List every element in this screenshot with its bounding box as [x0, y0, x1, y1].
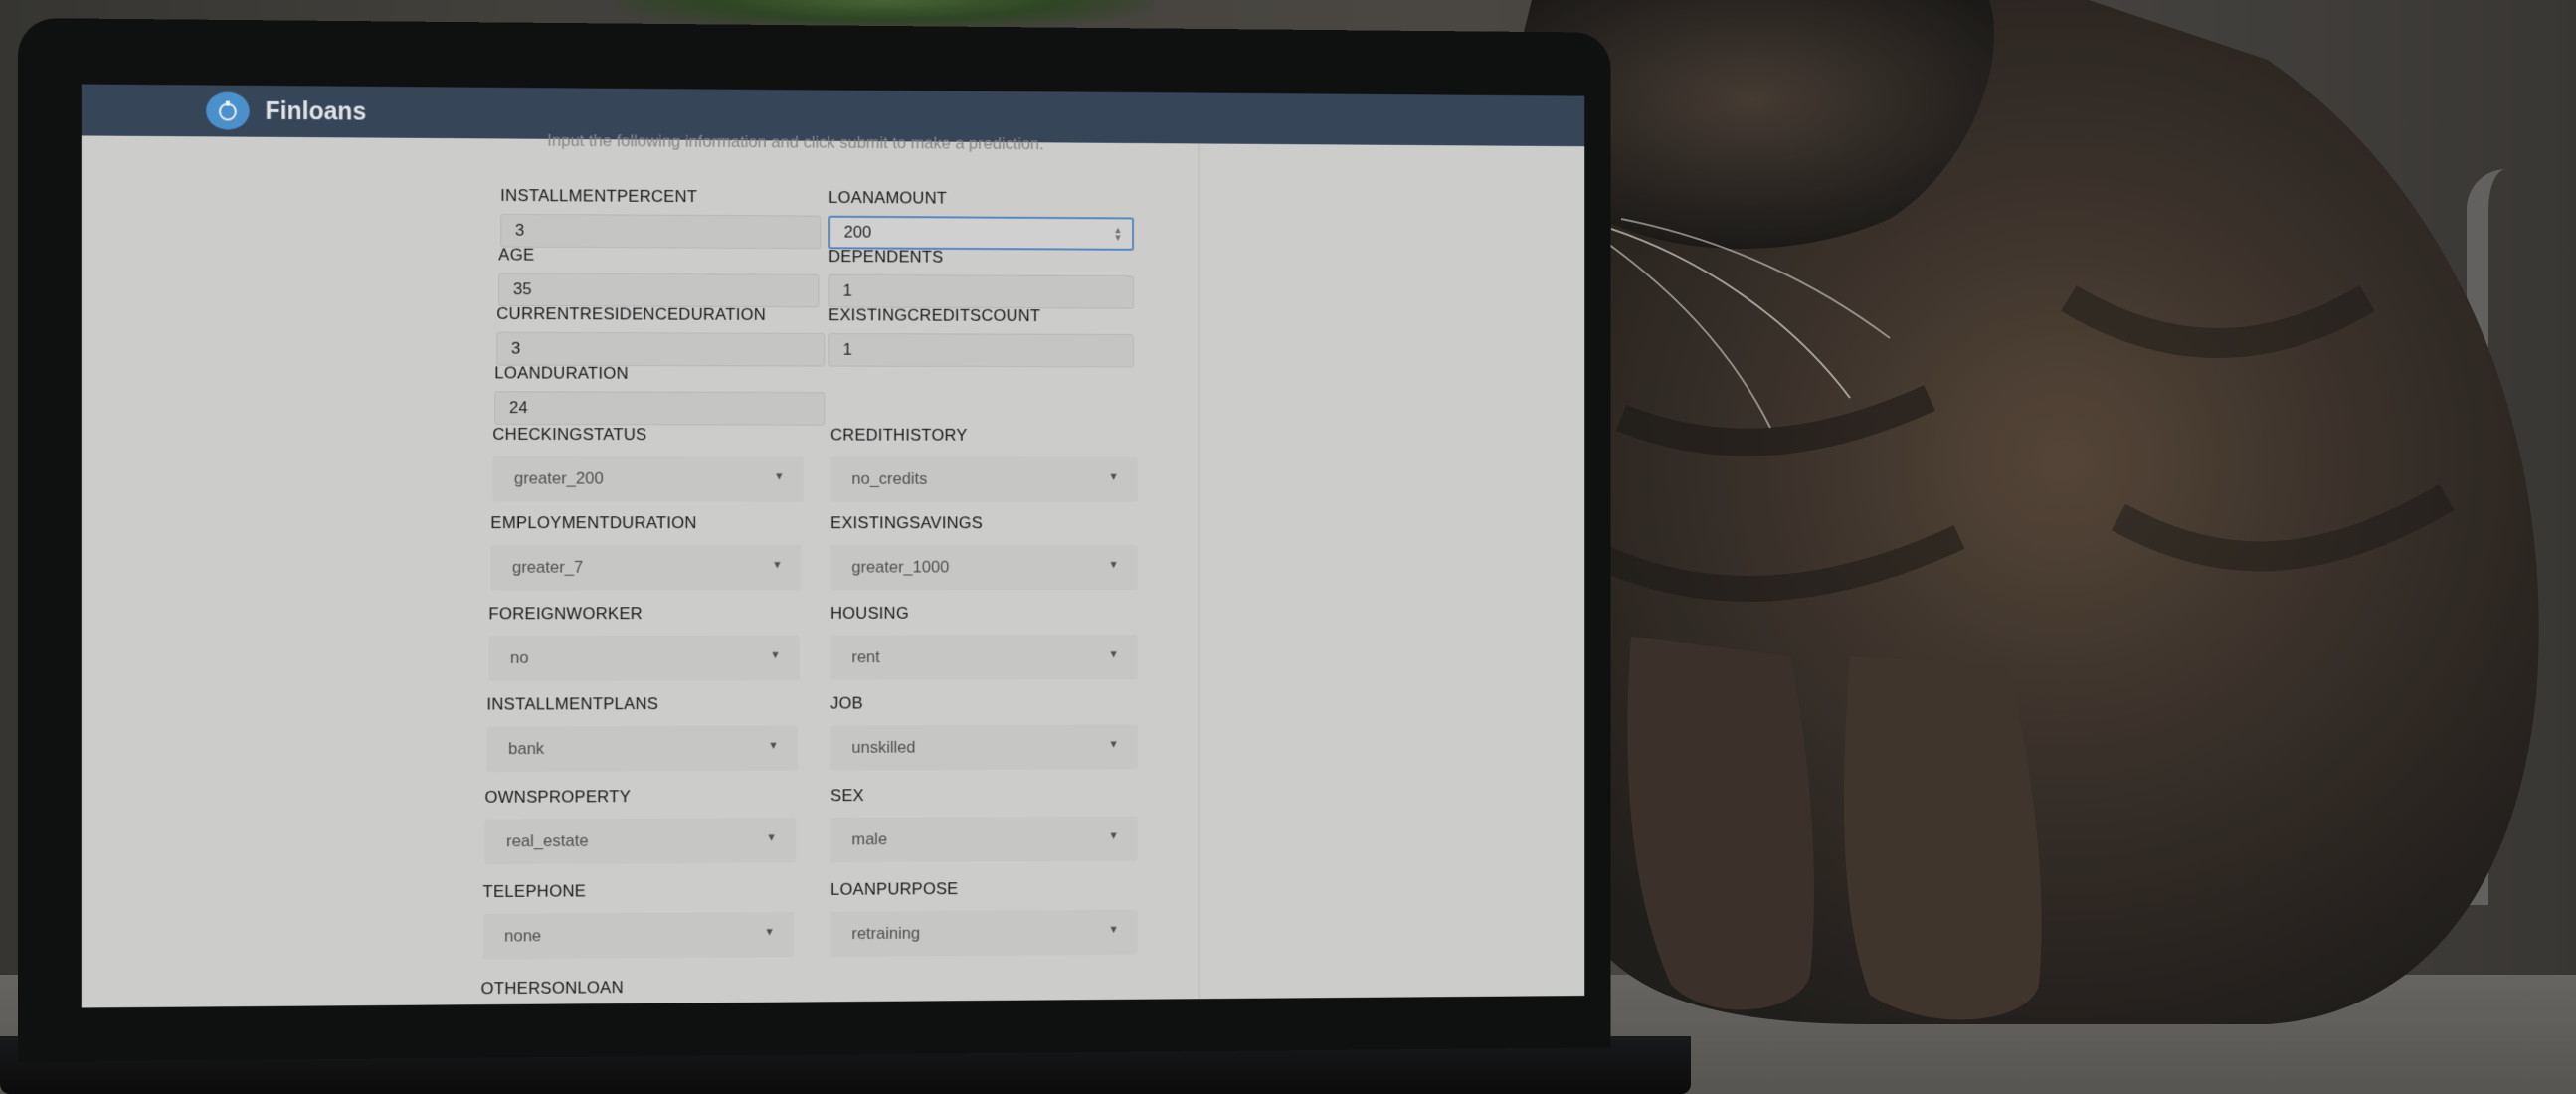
employmentduration-select[interactable]: greater_7 ▾ [490, 544, 802, 591]
field-telephone: TELEPHONE none ▾ [482, 880, 795, 960]
field-ownsproperty: OWNSPROPERTY real_estate ▾ [484, 787, 797, 865]
caret-down-icon: ▾ [1110, 468, 1117, 484]
field-label: EMPLOYMENTDURATION [490, 513, 697, 533]
field-label: TELEPHONE [482, 881, 587, 902]
caret-down-icon: ▾ [768, 829, 775, 844]
field-credithistory: CREDITHISTORY no_credits ▾ [830, 426, 1138, 502]
age-input[interactable]: 35 [498, 273, 820, 308]
field-existingsavings: EXISTINGSAVINGS greater_1000 ▾ [830, 513, 1138, 591]
field-label: EXISTINGCREDITSCOUNT [828, 305, 1041, 325]
field-label: DEPENDENTS [828, 247, 944, 267]
field-label: CHECKINGSTATUS [492, 424, 647, 445]
field-label: OWNSPROPERTY [484, 787, 632, 807]
field-installmentplans: INSTALLMENTPLANS bank ▾ [486, 694, 799, 773]
field-label: SEX [830, 786, 864, 806]
field-installmentpercent: INSTALLMENTPERCENT 3 [500, 186, 822, 250]
field-label: LOANDURATION [494, 363, 629, 383]
field-label: HOUSING [830, 603, 909, 623]
number-spinner-icon[interactable]: ▴ ▾ [1115, 224, 1120, 244]
select-value: greater_1000 [851, 557, 950, 577]
field-loanamount: LOANAMOUNT 200 ▴ ▾ [828, 188, 1134, 251]
field-foreignworker: FOREIGNWORKER no ▾ [488, 604, 800, 681]
caret-down-icon: ▾ [766, 923, 773, 939]
laptop-screen: Finloans Input the following information… [81, 84, 1585, 1008]
select-value: rent [851, 647, 880, 667]
installmentpercent-input[interactable]: 3 [500, 213, 822, 250]
loanduration-input[interactable]: 24 [494, 391, 826, 426]
checkingstatus-select[interactable]: greater_200 ▾ [492, 456, 804, 502]
laptop-lid: Finloans Input the following information… [18, 18, 1611, 1062]
prediction-form: INSTALLMENTPERCENT 3 LOANAMOUNT 200 ▴ ▾ A… [82, 85, 1584, 1008]
housing-select[interactable]: rent ▾ [830, 635, 1138, 680]
field-job: JOB unskilled ▾ [830, 693, 1138, 771]
field-employmentduration: EMPLOYMENTDURATION greater_7 ▾ [490, 513, 802, 591]
field-label: CURRENTRESIDENCEDURATION [496, 304, 766, 324]
field-label: CREDITHISTORY [830, 425, 968, 445]
field-sex: SEX male ▾ [830, 785, 1138, 863]
field-loanduration: LOANDURATION 24 [494, 363, 826, 426]
field-existingcreditscount: EXISTINGCREDITSCOUNT 1 [828, 305, 1134, 368]
field-othersonloan: OTHERSONLOAN [481, 978, 624, 999]
field-currentresidenceduration: CURRENTRESIDENCEDURATION 3 [496, 304, 826, 367]
select-value: no [509, 648, 529, 667]
field-label: INSTALLMENTPERCENT [500, 186, 698, 207]
sex-select[interactable]: male ▾ [830, 816, 1138, 863]
caret-down-icon: ▾ [1110, 921, 1117, 937]
caret-down-icon: ▾ [770, 737, 777, 753]
caret-down-icon: ▾ [772, 646, 779, 662]
dependents-input[interactable]: 1 [828, 274, 1134, 309]
field-label: LOANPURPOSE [830, 879, 959, 899]
field-label: FOREIGNWORKER [488, 604, 644, 624]
field-checkingstatus: CHECKINGSTATUS greater_200 ▾ [492, 425, 804, 502]
field-label: OTHERSONLOAN [480, 978, 624, 999]
select-value: real_estate [506, 831, 589, 851]
credithistory-select[interactable]: no_credits ▾ [830, 456, 1138, 502]
select-value: unskilled [851, 737, 916, 757]
field-label: INSTALLMENTPLANS [486, 694, 659, 714]
select-value: greater_200 [513, 468, 604, 488]
field-label: JOB [830, 693, 863, 713]
caret-down-icon: ▾ [776, 467, 783, 483]
field-housing: HOUSING rent ▾ [830, 604, 1138, 680]
telephone-select[interactable]: none ▾ [482, 911, 795, 960]
field-label: EXISTINGSAVINGS [830, 513, 984, 533]
loanamount-value: 200 [843, 222, 872, 242]
ownsproperty-select[interactable]: real_estate ▾ [484, 818, 797, 865]
caret-down-icon: ▾ [1110, 736, 1117, 751]
loanpurpose-select[interactable]: retraining ▾ [830, 909, 1138, 957]
field-age: AGE 35 [498, 245, 820, 308]
foreignworker-select[interactable]: no ▾ [488, 635, 800, 681]
caret-down-icon: ▾ [1110, 827, 1117, 843]
select-value: greater_7 [511, 557, 584, 577]
job-select[interactable]: unskilled ▾ [830, 724, 1138, 771]
field-dependents: DEPENDENTS 1 [828, 247, 1134, 309]
existingsavings-select[interactable]: greater_1000 ▾ [830, 544, 1138, 591]
currentresidenceduration-input[interactable]: 3 [496, 331, 826, 367]
select-value: retraining [851, 923, 921, 943]
select-value: male [851, 829, 888, 849]
select-value: no_credits [851, 469, 928, 488]
select-value: bank [508, 739, 545, 759]
existingcreditscount-input[interactable]: 1 [828, 333, 1134, 368]
loanamount-input[interactable]: 200 ▴ ▾ [828, 215, 1134, 251]
installmentplans-select[interactable]: bank ▾ [486, 725, 799, 773]
caret-down-icon: ▾ [1110, 556, 1117, 572]
caret-down-icon: ▾ [1110, 645, 1117, 661]
caret-down-icon: ▾ [774, 556, 781, 572]
field-label: AGE [498, 245, 535, 265]
select-value: none [504, 926, 542, 946]
field-label: LOANAMOUNT [828, 188, 948, 208]
field-loanpurpose: LOANPURPOSE retraining ▾ [830, 878, 1138, 957]
